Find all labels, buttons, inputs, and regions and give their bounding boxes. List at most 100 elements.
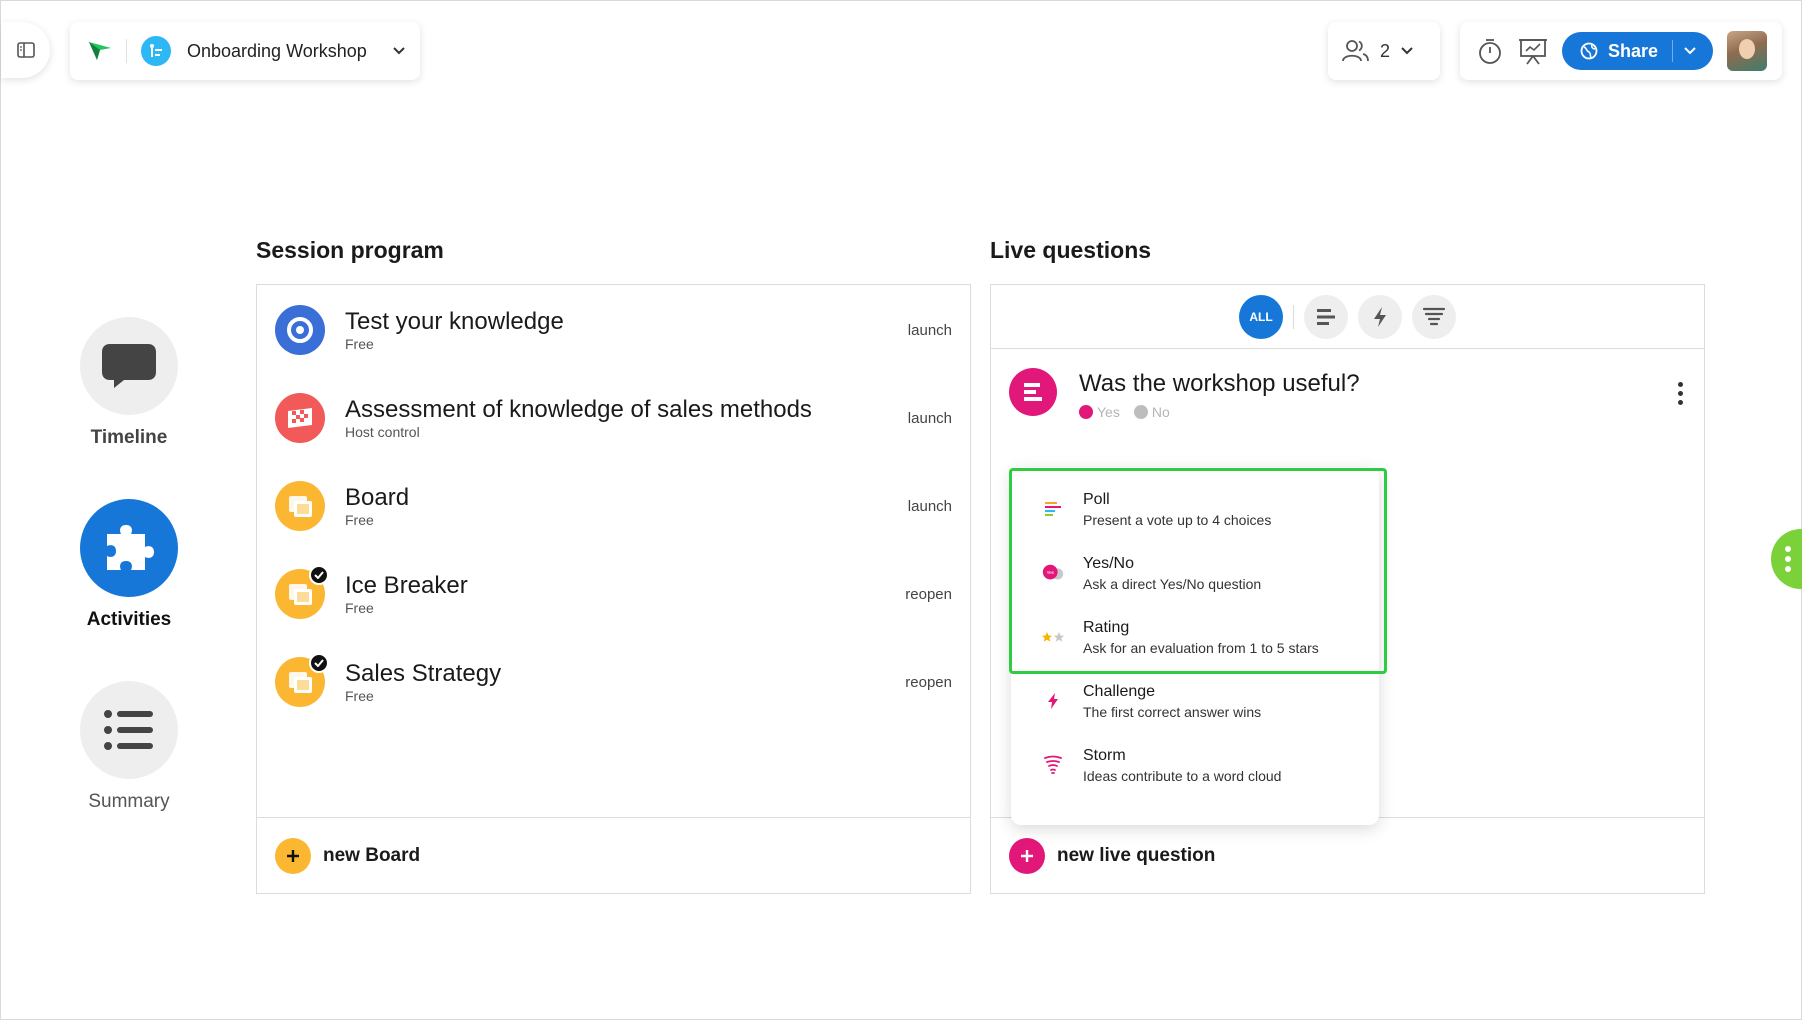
reopen-button[interactable]: reopen <box>905 674 952 691</box>
share-divider <box>1672 40 1674 62</box>
list-icon <box>104 710 153 750</box>
nav-summary[interactable]: Summary <box>79 681 179 813</box>
program-item[interactable]: Ice Breaker Free reopen <box>275 564 952 624</box>
puzzle-icon <box>107 525 154 570</box>
live-questions-title: Live questions <box>990 237 1152 263</box>
program-item-title: Test your knowledge <box>345 308 564 335</box>
timer-icon[interactable] <box>1476 37 1504 65</box>
program-item-mode: Free <box>345 600 374 616</box>
filter-storm[interactable] <box>1412 294 1456 339</box>
reopen-button[interactable]: reopen <box>905 586 952 603</box>
chevron-down-icon[interactable] <box>392 46 406 56</box>
checkered-flag-icon <box>275 393 325 443</box>
workshop-icon <box>141 36 171 66</box>
menu-item-yes-no[interactable]: Yes Yes/No Ask a direct Yes/No question <box>1011 545 1379 601</box>
sidebar-toggle-button[interactable] <box>1 22 50 78</box>
option-yes: Yes <box>1079 404 1120 420</box>
participants-count: 2 <box>1380 40 1391 61</box>
new-live-question-label: new live question <box>1057 844 1216 866</box>
poll-question-icon <box>1009 368 1057 416</box>
filter-challenge[interactable] <box>1358 294 1402 339</box>
menu-item-title: Rating <box>1083 618 1130 636</box>
menu-item-rating[interactable]: Rating Ask for an evaluation from 1 to 5… <box>1011 609 1379 665</box>
launch-button[interactable]: launch <box>908 498 952 515</box>
program-item[interactable]: Board Free launch <box>275 476 952 536</box>
nav-activities[interactable]: Activities <box>79 499 179 631</box>
completed-check-icon <box>309 565 329 585</box>
session-program-panel: Test your knowledge Free launch Assessme… <box>256 284 971 894</box>
presentation-icon[interactable] <box>1518 37 1548 65</box>
globe-icon <box>1580 42 1598 60</box>
menu-item-title: Storm <box>1083 746 1126 764</box>
lightning-icon <box>1374 306 1386 327</box>
filter-poll[interactable] <box>1304 294 1348 339</box>
program-item[interactable]: Sales Strategy Free reopen <box>275 652 952 712</box>
people-icon <box>1342 40 1369 62</box>
nav-label-summary: Summary <box>88 791 170 812</box>
menu-item-title: Yes/No <box>1083 554 1134 572</box>
new-board-label: new Board <box>323 844 421 866</box>
poll-icon <box>1041 497 1065 521</box>
side-panel-handle[interactable] <box>1771 529 1802 589</box>
program-item[interactable]: Test your knowledge Free launch <box>275 300 952 360</box>
menu-item-desc: The first correct answer wins <box>1083 703 1262 720</box>
no-dot-icon <box>1133 405 1148 419</box>
app-frame: Onboarding Workshop 2 Share Timeline Act… <box>0 0 1802 1020</box>
workshop-title: Onboarding Workshop <box>187 40 367 61</box>
board-icon <box>275 481 325 531</box>
participants-button[interactable]: 2 <box>1328 22 1440 80</box>
menu-item-desc: Present a vote up to 4 choices <box>1083 511 1272 528</box>
menu-item-poll[interactable]: Poll Present a vote up to 4 choices <box>1011 481 1379 537</box>
new-live-question-button[interactable]: new live question <box>991 817 1704 893</box>
plus-icon <box>275 837 311 874</box>
more-vertical-icon <box>1785 546 1791 572</box>
nav-timeline-circle <box>80 317 178 415</box>
option-yes-label: Yes <box>1097 404 1120 420</box>
program-item-mode: Free <box>345 336 374 352</box>
live-question-item[interactable]: Was the workshop useful? Yes No <box>1009 368 1690 422</box>
session-program-title: Session program <box>256 237 444 263</box>
question-type-menu: Poll Present a vote up to 4 choices Yes … <box>1011 467 1379 825</box>
program-item-title: Sales Strategy <box>345 660 502 687</box>
nav-label-activities: Activities <box>86 609 172 630</box>
more-options-icon[interactable] <box>1670 382 1690 405</box>
new-board-button[interactable]: new Board <box>257 817 970 893</box>
program-item-mode: Free <box>345 512 374 528</box>
filter-all[interactable]: ALL <box>1239 294 1283 339</box>
menu-item-desc: Ideas contribute to a word cloud <box>1083 767 1282 784</box>
launch-button[interactable]: launch <box>908 322 952 339</box>
menu-item-storm[interactable]: Storm Ideas contribute to a word cloud <box>1011 737 1379 793</box>
nav-timeline[interactable]: Timeline <box>79 317 179 449</box>
launch-button[interactable]: launch <box>908 410 952 427</box>
completed-check-icon <box>309 653 329 673</box>
share-button[interactable]: Share <box>1562 32 1713 70</box>
question-options: Yes No <box>1079 404 1670 420</box>
chevron-down-icon <box>1401 47 1413 55</box>
sidebar-icon <box>16 42 35 58</box>
board-icon <box>275 565 329 619</box>
program-item-mode: Host control <box>345 424 420 440</box>
yes-dot-icon <box>1079 405 1093 419</box>
poll-icon <box>1317 308 1335 325</box>
share-options-button[interactable] <box>1683 46 1697 56</box>
option-no: No <box>1133 404 1170 420</box>
lightning-icon <box>1041 689 1065 713</box>
option-no-label: No <box>1151 404 1170 420</box>
nav-summary-circle <box>80 681 178 779</box>
nav-activities-circle <box>80 499 178 597</box>
user-avatar[interactable] <box>1727 31 1767 71</box>
workshop-selector[interactable]: Onboarding Workshop <box>70 22 420 80</box>
session-actions: Share <box>1460 22 1782 80</box>
stars-icon <box>1041 625 1065 649</box>
quiz-target-icon <box>275 305 325 355</box>
program-item-title: Board <box>345 484 410 511</box>
menu-item-desc: Ask for an evaluation from 1 to 5 stars <box>1083 639 1319 656</box>
program-item[interactable]: Assessment of knowledge of sales methods… <box>275 388 952 448</box>
board-icon <box>275 653 329 707</box>
program-item-title: Assessment of knowledge of sales methods <box>345 396 812 423</box>
program-item-mode: Free <box>345 688 374 704</box>
plus-icon <box>1009 837 1045 874</box>
menu-item-desc: Ask a direct Yes/No question <box>1083 575 1262 592</box>
nav-label-timeline: Timeline <box>90 427 168 448</box>
menu-item-challenge[interactable]: Challenge The first correct answer wins <box>1011 673 1379 729</box>
